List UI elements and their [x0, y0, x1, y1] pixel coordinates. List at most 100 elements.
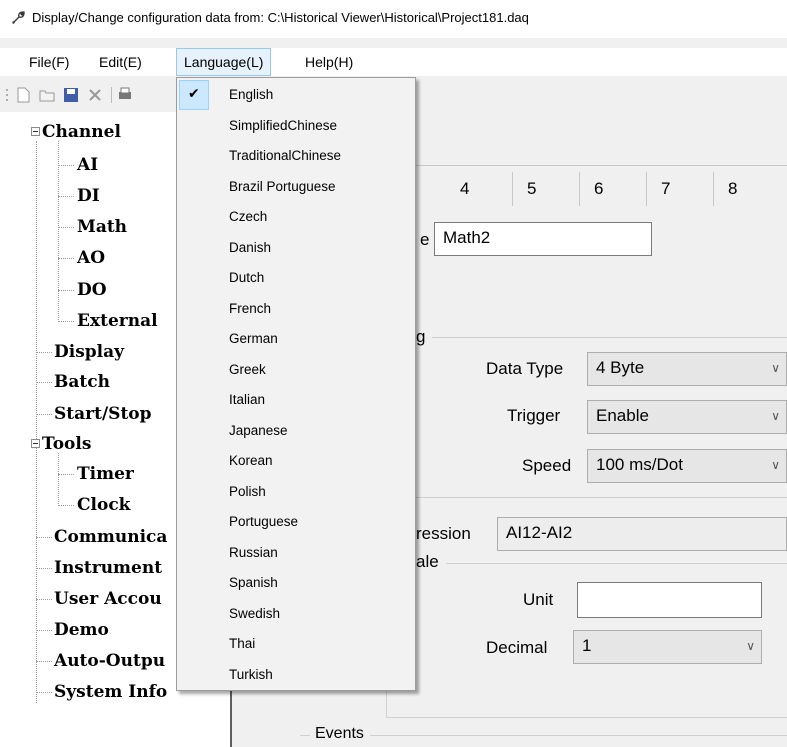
- tree-line: [58, 258, 74, 259]
- language-option-czech[interactable]: Czech: [229, 208, 267, 226]
- tree-line: [58, 290, 74, 291]
- section-divider-bottom: [386, 717, 787, 718]
- tree-item-external[interactable]: External: [77, 311, 158, 331]
- menu-edit[interactable]: Edit(E): [92, 48, 149, 76]
- decimal-label: Decimal: [486, 638, 548, 657]
- name-input[interactable]: Math2: [434, 222, 652, 256]
- open-folder-icon[interactable]: [38, 86, 56, 104]
- wrench-icon: [12, 11, 25, 24]
- events-divider-left: [300, 735, 310, 736]
- delete-icon[interactable]: [86, 86, 104, 104]
- collapse-channel-icon[interactable]: [31, 127, 40, 136]
- tree-item-start-stop[interactable]: Start/Stop: [54, 404, 152, 424]
- language-dropdown-menu: ✔ English SimplifiedChinese TraditionalChi…: [176, 77, 416, 691]
- expression-label: ression: [416, 524, 471, 543]
- trigger-select[interactable]: Enable ∨: [587, 400, 787, 434]
- data-type-value: 4 Byte: [596, 358, 645, 377]
- print-icon[interactable]: [116, 86, 134, 104]
- tree-item-system-info[interactable]: System Info: [54, 682, 167, 702]
- collapse-tools-icon[interactable]: [31, 439, 40, 448]
- chevron-down-icon: ∨: [771, 458, 780, 472]
- name-label: e: [420, 230, 430, 249]
- chevron-down-icon: ∨: [771, 409, 780, 423]
- checkmark-icon: ✔: [188, 85, 200, 101]
- tree-item-timer[interactable]: Timer: [77, 464, 134, 484]
- tree-item-display[interactable]: Display: [54, 342, 124, 362]
- trigger-label: Trigger: [507, 406, 561, 425]
- events-label: Events: [315, 725, 364, 742]
- language-option-brazil-portuguese[interactable]: Brazil Portuguese: [229, 178, 336, 196]
- tree-item-demo[interactable]: Demo: [54, 620, 109, 640]
- tree-line: [58, 165, 74, 166]
- tree-line: [36, 414, 52, 415]
- menu-help[interactable]: Help(H): [298, 48, 360, 76]
- checked-item-highlight: ✔: [179, 80, 209, 110]
- tree-item-ai[interactable]: AI: [77, 155, 98, 175]
- language-option-greek[interactable]: Greek: [229, 361, 266, 379]
- language-option-danish[interactable]: Danish: [229, 239, 271, 257]
- tree-item-math[interactable]: Math: [77, 217, 127, 237]
- toolbar-grip-icon: [6, 89, 8, 101]
- tree-line: [36, 599, 52, 600]
- tree-line: [36, 141, 37, 703]
- chevron-down-icon: ∨: [771, 361, 780, 375]
- expression-input[interactable]: AI12-AI2: [497, 517, 787, 551]
- speed-value: 100 ms/Dot: [596, 455, 683, 474]
- language-option-japanese[interactable]: Japanese: [229, 422, 288, 440]
- menu-language[interactable]: Language(L): [176, 48, 272, 76]
- tree-item-instrument[interactable]: Instrument: [54, 558, 162, 578]
- tree-item-communication[interactable]: Communica: [54, 527, 167, 547]
- speed-label: Speed: [522, 456, 572, 475]
- language-option-simplifiedchinese[interactable]: SimplifiedChinese: [229, 117, 337, 135]
- decimal-select[interactable]: 1 ∨: [573, 630, 762, 664]
- tree-item-ao[interactable]: AO: [77, 248, 105, 268]
- menu-bar: File(F) Edit(E) Language(L) Help(H): [0, 48, 787, 76]
- tree-item-di[interactable]: DI: [77, 186, 100, 206]
- language-option-swedish[interactable]: Swedish: [229, 605, 280, 623]
- unit-label: Unit: [523, 590, 554, 609]
- language-option-english[interactable]: English: [229, 86, 273, 104]
- language-option-italian[interactable]: Italian: [229, 391, 265, 409]
- language-option-portuguese[interactable]: Portuguese: [229, 513, 298, 531]
- tab-channel-7[interactable]: 7: [647, 172, 714, 206]
- group-label: g: [416, 327, 426, 346]
- tree-line: [36, 692, 52, 693]
- tree-line: [58, 196, 74, 197]
- tree-line: [58, 505, 74, 506]
- tab-channel-4[interactable]: 4: [446, 172, 513, 206]
- menu-file[interactable]: File(F): [22, 48, 76, 76]
- tab-channel-8[interactable]: 8: [714, 172, 781, 206]
- language-option-thai[interactable]: Thai: [229, 635, 255, 653]
- tree-item-user-account[interactable]: User Accou: [54, 589, 162, 609]
- language-option-polish[interactable]: Polish: [229, 483, 266, 501]
- speed-select[interactable]: 100 ms/Dot ∨: [587, 449, 787, 483]
- new-file-icon[interactable]: [14, 86, 32, 104]
- tree-item-tools[interactable]: Tools: [42, 434, 91, 454]
- tree-line: [58, 321, 74, 322]
- group-divider: [432, 337, 787, 338]
- tab-channel-6[interactable]: 6: [580, 172, 647, 206]
- tree-item-channel[interactable]: Channel: [42, 122, 121, 142]
- tab-channel-5[interactable]: 5: [513, 172, 580, 206]
- tree-item-batch[interactable]: Batch: [54, 372, 110, 392]
- unit-input[interactable]: [577, 582, 762, 618]
- language-option-french[interactable]: French: [229, 300, 271, 318]
- language-option-korean[interactable]: Korean: [229, 452, 273, 470]
- trigger-value: Enable: [596, 406, 649, 425]
- language-option-turkish[interactable]: Turkish: [229, 666, 273, 684]
- tree-item-do[interactable]: DO: [77, 280, 107, 300]
- tree-item-auto-output[interactable]: Auto-Outpu: [54, 651, 165, 671]
- section-divider: [386, 497, 787, 498]
- language-option-spanish[interactable]: Spanish: [229, 574, 278, 592]
- language-option-dutch[interactable]: Dutch: [229, 269, 264, 287]
- tree-line: [58, 474, 74, 475]
- tree-item-clock[interactable]: Clock: [77, 495, 130, 515]
- language-option-traditionalchinese[interactable]: TraditionalChinese: [229, 147, 341, 165]
- channel-number-tabs: 4 5 6 7 8: [402, 172, 787, 206]
- data-type-select[interactable]: 4 Byte ∨: [587, 352, 787, 386]
- scale-label: ale: [416, 552, 439, 571]
- tree-line: [36, 537, 52, 538]
- save-icon[interactable]: [62, 86, 80, 104]
- language-option-german[interactable]: German: [229, 330, 278, 348]
- language-option-russian[interactable]: Russian: [229, 544, 278, 562]
